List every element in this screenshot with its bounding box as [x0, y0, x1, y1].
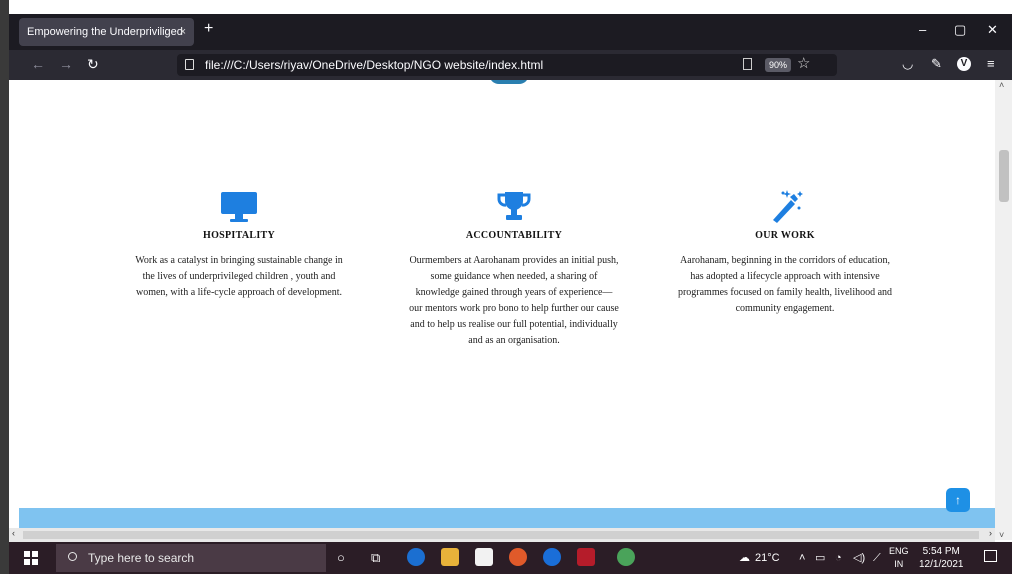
scroll-left-arrow-icon[interactable]: ‹ [12, 528, 15, 538]
feature-column-hospitality: HOSPITALITY Work as a catalyst in bringi… [129, 188, 349, 301]
nav-bar: ← → ↻ file:///C:/Users/riyav/OneDrive/De… [9, 50, 1012, 80]
feature-description: Work as a catalyst in bringing sustainab… [135, 255, 343, 298]
bookmark-star-icon[interactable]: ☆ [797, 53, 810, 75]
battery-icon[interactable]: ▭ [815, 542, 825, 574]
tab-title: Empowering the Underpriviliged [27, 26, 183, 38]
file-explorer-icon[interactable] [441, 548, 459, 566]
zoom-level-badge[interactable]: 90% [765, 58, 792, 72]
page-icon [185, 59, 194, 70]
forward-arrow-icon[interactable]: → [59, 56, 73, 72]
clock[interactable]: 5:54 PM 12/1/2021 [919, 545, 964, 571]
tab-bar: Empowering the Underpriviliged × + – ▢ ✕ [9, 14, 1012, 50]
clock-date: 12/1/2021 [919, 559, 964, 570]
browser-window: Empowering the Underpriviliged × + – ▢ ✕… [9, 14, 1012, 560]
app-icon[interactable] [617, 548, 635, 566]
tab-active[interactable]: Empowering the Underpriviliged × [19, 18, 194, 46]
cortana-icon[interactable]: ○ [337, 542, 345, 574]
vscode-icon[interactable] [577, 548, 595, 566]
extension-v-icon[interactable]: V [957, 57, 971, 71]
scrollbar-thumb[interactable] [999, 150, 1009, 202]
firefox-icon[interactable] [543, 548, 561, 566]
back-to-top-button[interactable]: ↑ [946, 488, 970, 512]
scroll-down-arrow-icon[interactable]: ˅ [999, 530, 1004, 540]
feature-column-our-work: OUR WORK Aarohanam, beginning in the cor… [675, 188, 895, 317]
minimize-button[interactable]: – [919, 22, 926, 37]
feature-title: ACCOUNTABILITY [465, 230, 563, 241]
feature-description: Aarohanam, beginning in the corridors of… [677, 255, 893, 314]
language-code: ENG [889, 546, 909, 556]
taskbar-search-box[interactable]: Type here to search [56, 544, 326, 572]
back-arrow-icon[interactable]: ← [31, 56, 45, 72]
address-bar[interactable]: file:///C:/Users/riyav/OneDrive/Desktop/… [177, 54, 837, 76]
screen: Empowering the Underpriviliged × + – ▢ ✕… [0, 0, 1012, 574]
trophy-icon [497, 192, 531, 220]
url-text: file:///C:/Users/riyav/OneDrive/Desktop/… [205, 58, 544, 72]
scroll-up-arrow-icon[interactable]: ˄ [999, 80, 1004, 90]
menu-hamburger-icon[interactable]: ≡ [987, 56, 995, 71]
horizontal-scrollbar-thumb[interactable] [23, 531, 979, 539]
wrench-icon[interactable]: ✎ [931, 56, 942, 72]
windows-start-icon[interactable] [24, 551, 38, 565]
language-indicator[interactable]: ENG IN [889, 545, 909, 571]
notification-icon[interactable] [984, 550, 997, 562]
feature-title: OUR WORK [755, 230, 815, 241]
windows-taskbar: Type here to search ○ ⧉ ☁ 21°C ˄ ▭ ◔ ◁) … [9, 542, 1012, 574]
new-tab-button[interactable]: + [204, 20, 213, 38]
window-edge [0, 0, 9, 574]
region-code: IN [894, 559, 904, 569]
monitor-icon [221, 192, 257, 222]
maximize-button[interactable]: ▢ [954, 22, 966, 38]
weather-cloud-icon[interactable]: ☁ [739, 542, 750, 574]
search-icon [68, 552, 77, 561]
page-content: HOSPITALITY Work as a catalyst in bringi… [19, 80, 995, 540]
wifi-icon[interactable]: ◔ [835, 542, 842, 574]
magic-wand-icon [773, 190, 803, 223]
feature-column-accountability: ACCOUNTABILITY Ourmembers at Aarohanam p… [409, 188, 619, 349]
reader-view-icon[interactable] [743, 58, 752, 70]
scroll-right-arrow-icon[interactable]: › [989, 528, 992, 538]
search-placeholder: Type here to search [88, 551, 195, 565]
pen-icon[interactable]: ⟋ [873, 542, 881, 574]
header-shape [489, 80, 529, 84]
close-window-button[interactable]: ✕ [987, 22, 998, 38]
volume-icon[interactable]: ◁) [853, 542, 865, 574]
task-view-icon[interactable]: ⧉ [371, 542, 380, 574]
edge-icon[interactable] [407, 548, 425, 566]
horizontal-scrollbar[interactable]: ‹ › [9, 528, 995, 542]
reload-icon[interactable]: ↻ [87, 56, 99, 73]
footer-band [19, 508, 995, 528]
tray-chevron-icon[interactable]: ˄ [799, 542, 805, 574]
vertical-scrollbar[interactable]: ˄ ˅ [995, 80, 1012, 540]
feature-description: Ourmembers at Aarohanam provides an init… [409, 255, 619, 346]
pocket-icon[interactable]: ◡ [902, 56, 913, 72]
tab-close-icon[interactable]: × [180, 18, 186, 46]
chrome-icon[interactable] [509, 548, 527, 566]
store-icon[interactable] [475, 548, 493, 566]
clock-time: 5:54 PM [922, 546, 960, 557]
temperature-text[interactable]: 21°C [755, 542, 780, 574]
feature-title: HOSPITALITY [202, 230, 276, 241]
